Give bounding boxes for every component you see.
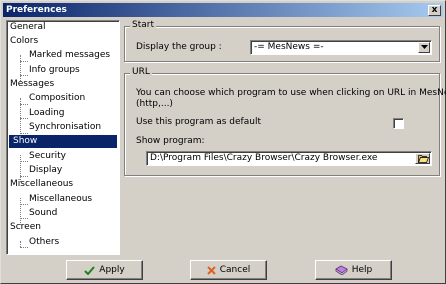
tree-item-screen[interactable]: Screen xyxy=(10,221,41,234)
tree-item-general[interactable]: General xyxy=(10,21,45,34)
tree-line xyxy=(20,133,28,134)
tree-line xyxy=(20,218,28,219)
tree-item-miscellaneous-sub[interactable]: Miscellaneous xyxy=(29,193,92,206)
tree-item-colors[interactable]: Colors xyxy=(10,35,38,48)
apply-button[interactable]: Apply xyxy=(66,260,143,280)
help-label: Help xyxy=(351,265,373,275)
url-description-line1: You can choose which program to use when… xyxy=(136,88,446,98)
checkmark-icon xyxy=(84,265,96,275)
browse-button[interactable] xyxy=(415,153,430,164)
tree-line xyxy=(20,204,28,205)
display-group-label: Display the group : xyxy=(136,42,222,52)
display-group-value: -= MesNews =- xyxy=(254,42,324,52)
tree-item-messages[interactable]: Messages xyxy=(10,78,54,91)
close-button[interactable]: x xyxy=(428,5,441,16)
help-button[interactable]: Help xyxy=(315,260,392,280)
title-bar[interactable]: Preferences x xyxy=(3,3,443,17)
cross-icon xyxy=(207,265,216,275)
default-program-checkbox[interactable] xyxy=(393,118,404,129)
tree-line xyxy=(20,247,28,248)
url-description-line2: (http,...) xyxy=(136,99,173,109)
tree-line xyxy=(20,176,28,177)
display-group-select[interactable]: -= MesNews =- xyxy=(250,40,432,55)
show-program-label: Show program: xyxy=(136,136,205,146)
tree-item-others[interactable]: Others xyxy=(29,236,59,249)
tree-item-security[interactable]: Security xyxy=(29,150,66,163)
tree-item-info-groups[interactable]: Info groups xyxy=(29,64,80,77)
dropdown-button[interactable] xyxy=(418,42,430,53)
tree-line xyxy=(20,75,28,76)
tree-line xyxy=(20,161,28,162)
tree-item-display[interactable]: Display xyxy=(29,164,62,177)
cancel-label: Cancel xyxy=(219,265,251,275)
cancel-button[interactable]: Cancel xyxy=(190,260,267,280)
tree-line xyxy=(20,104,28,105)
program-path-value: D:\Program Files\Crazy Browser\Crazy Bro… xyxy=(150,153,378,163)
tree-item-miscellaneous[interactable]: Miscellaneous xyxy=(10,178,73,191)
tree-item-show[interactable]: Show xyxy=(9,135,117,148)
tree-item-loading[interactable]: Loading xyxy=(29,107,65,120)
tree-line xyxy=(20,118,28,119)
url-group-title: URL xyxy=(130,67,152,78)
tree-item-sound[interactable]: Sound xyxy=(29,207,57,220)
close-icon: x xyxy=(431,5,438,15)
window-title: Preferences xyxy=(6,5,67,15)
start-group-title: Start xyxy=(130,20,156,31)
program-path-field[interactable]: D:\Program Files\Crazy Browser\Crazy Bro… xyxy=(146,151,432,166)
help-book-icon xyxy=(334,265,348,275)
default-program-label: Use this program as default xyxy=(136,117,261,127)
chevron-down-icon xyxy=(420,45,428,49)
tree-item-marked-messages[interactable]: Marked messages xyxy=(29,49,110,62)
tree-line xyxy=(20,61,28,62)
folder-open-icon xyxy=(418,155,429,163)
category-tree[interactable]: General Colors Marked messages Info grou… xyxy=(6,20,120,255)
tree-item-synchronisation[interactable]: Synchronisation xyxy=(29,121,101,134)
apply-label: Apply xyxy=(99,265,125,275)
preferences-window: Preferences x General Colors Marked mess… xyxy=(0,0,446,284)
tree-item-composition[interactable]: Composition xyxy=(29,92,85,105)
